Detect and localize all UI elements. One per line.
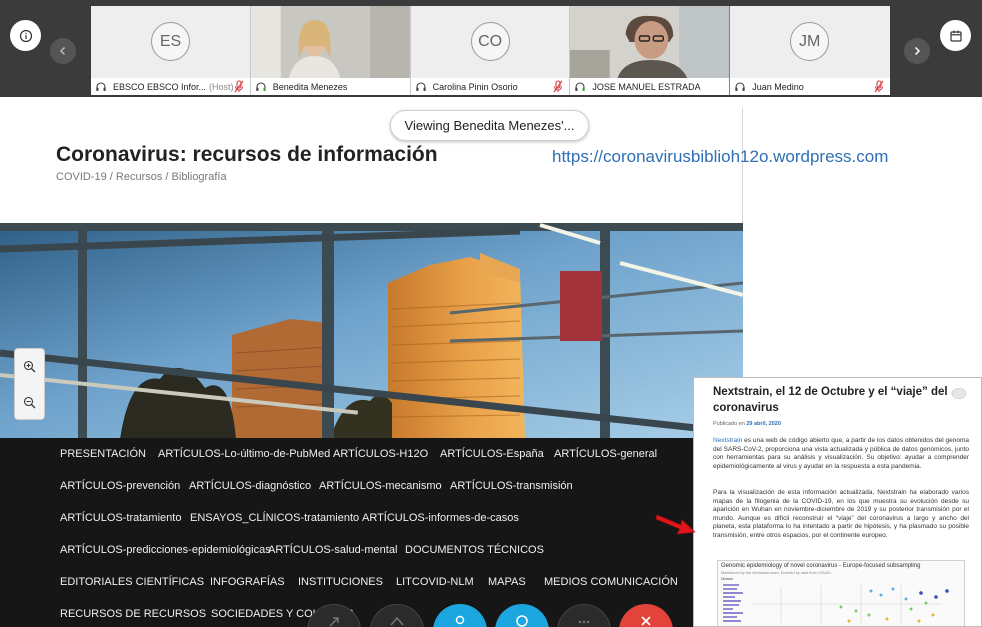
zoom-in-button[interactable] [15,349,44,384]
previous-participants-button[interactable] [50,38,76,64]
participant-tile[interactable]: CO Carolina Pinin Osorio [410,6,571,95]
menu-item[interactable]: ARTÍCULOS-H12O [333,448,428,460]
participant-name: Carolina Pinin Osorio [432,81,518,92]
mic-muted-icon [234,80,244,93]
mic-muted-icon [874,80,884,93]
nextstrain-embed[interactable]: Genomic epidemiology of novel coronaviru… [717,560,965,626]
breadcrumb: COVID-19 / Recursos / Bibliografía [56,171,227,183]
phylogeny-tree-graphic [723,583,949,625]
menu-item[interactable]: INFOGRAFÍAS [210,576,285,588]
article-paragraph: Para la visualización de esta informació… [713,489,969,539]
menu-item[interactable]: ARTÍCULOS-Lo-último-de-PubMed [158,448,330,460]
meeting-info-button[interactable] [10,20,41,51]
zoom-in-icon [23,360,36,373]
article-preview: Nextstrain, el 12 de Octubre y el “viaje… [693,377,982,627]
menu-item[interactable]: ARTÍCULOS-transmisión [450,480,573,492]
headset-icon [96,81,106,91]
participant-tile-active-speaker[interactable]: JOSE MANUEL ESTRADA [570,6,731,95]
participant-tile[interactable]: Benedita Menezes [250,6,411,95]
participant-name-bar: EBSCO EBSCO Infor... (Host) [91,78,250,95]
menu-item[interactable]: ARTÍCULOS-general [554,448,657,460]
camera-off-icon [390,616,404,626]
participant-name-bar: JOSE MANUEL ESTRADA [570,78,730,95]
participant-name-bar: Benedita Menezes [250,78,410,95]
participant-tiles: ES EBSCO EBSCO Infor... (Host) Benedita … [91,6,890,95]
chat-icon [516,615,528,627]
article-meta: Publicado en 29 abril, 2020 [713,421,781,427]
menu-item[interactable]: RECURSOS DE RECURSOS [60,608,206,620]
participant-name: Benedita Menezes [272,81,348,92]
menu-item[interactable]: ARTÍCULOS-tratamiento [60,512,181,524]
zoom-controls [14,348,45,420]
article-title: Nextstrain, el 12 de Octubre y el “viaje… [713,386,948,414]
participant-video [570,6,730,78]
article-paragraph: Nextstrain es una web de código abierto … [713,437,969,471]
info-icon [19,29,32,42]
headset-active-icon [256,81,266,91]
menu-item[interactable]: ARTÍCULOS-diagnóstico [189,480,311,492]
menu-item[interactable]: ARTÍCULOS-predicciones-epidemiológicas [60,544,271,556]
screen: ES EBSCO EBSCO Infor... (Host) Benedita … [0,0,982,627]
avatar: CO [470,22,510,61]
participant-name-bar: Juan Medino [730,78,890,95]
menu-item[interactable]: ARTÍCULOS-informes-de-casos [362,512,519,524]
headset-icon [415,81,426,91]
menu-item[interactable]: PRESENTACIÓN [60,448,146,460]
menu-item[interactable]: DOCUMENTOS TÉCNICOS [405,544,544,556]
menu-item[interactable]: EDITORIALES CIENTÍFICAS [60,576,204,588]
menu-item[interactable]: MEDIOS COMUNICACIÓN [544,576,678,588]
avatar: JM [790,22,830,61]
embed-subtitle: Maintained by the Nextstrain team. Enabl… [721,571,832,575]
chevron-right-icon [914,46,921,56]
embed-title: Genomic epidemiology of novel coronaviru… [721,563,921,569]
chevron-left-icon [59,46,66,56]
zoom-out-button[interactable] [15,385,44,420]
nextstrain-link[interactable]: Nextstrain [713,437,742,444]
menu-item[interactable]: ARTÍCULOS-mecanismo [319,480,442,492]
participant-name: Juan Medino [752,81,804,92]
menu-item[interactable]: ARTÍCULOS-prevención [60,480,180,492]
menu-item[interactable]: ARTÍCULOS-España [440,448,544,460]
comment-icon[interactable] [951,388,967,400]
layout-button[interactable] [940,20,971,51]
host-tag: (Host) [209,81,234,92]
mic-muted-icon [553,80,563,93]
paragraph-text: es una web de código abierto que, a part… [713,437,969,470]
more-icon [578,620,590,624]
share-icon [329,617,339,627]
published-date[interactable]: 29 abril, 2020 [746,421,781,427]
participant-tile[interactable]: ES EBSCO EBSCO Infor... (Host) [91,6,251,95]
next-participants-button[interactable] [904,38,930,64]
headset-active-icon [575,81,586,91]
avatar: ES [151,22,190,61]
person-icon [455,615,465,625]
viewing-banner: Viewing Benedita Menezes'... [390,110,589,141]
close-icon [641,616,651,626]
menu-item[interactable]: LITCOVID-NLM [396,576,474,588]
page-title: Coronavirus: recursos de información [56,143,438,166]
red-arrow-annotation [655,514,696,535]
menu-item[interactable]: INSTITUCIONES [298,576,383,588]
zoom-out-icon [23,396,36,409]
participant-name: JOSE MANUEL ESTRADA [592,81,701,92]
calendar-icon [949,30,962,42]
participants-bar: ES EBSCO EBSCO Infor... (Host) Benedita … [0,0,982,97]
headset-icon [735,81,745,91]
participant-name: EBSCO EBSCO Infor... [113,81,207,92]
participant-name-bar: Carolina Pinin Osorio [410,78,570,95]
hero-image [0,223,743,439]
published-label: Publicado en [713,421,745,427]
menu-item[interactable]: ARTÍCULOS-salud-mental [268,544,397,556]
menu-item[interactable]: ENSAYOS_CLÍNICOS-tratamiento [190,512,359,524]
site-url-link[interactable]: https://coronavirusbiblioh12o.wordpress.… [552,147,888,167]
participant-tile[interactable]: JM Juan Medino [730,6,890,95]
menu-item[interactable]: MAPAS [488,576,526,588]
site-navigation-menu: PRESENTACIÓN ARTÍCULOS-Lo-último-de-PubM… [0,438,743,627]
hero-photo [0,223,743,439]
participant-video [250,6,410,78]
